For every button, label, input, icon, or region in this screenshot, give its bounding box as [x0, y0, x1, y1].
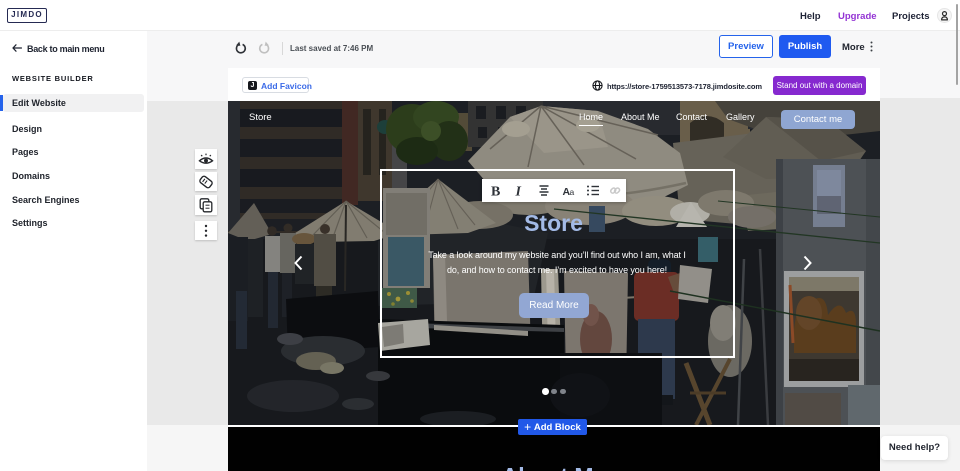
svg-text:I: I — [514, 184, 521, 199]
svg-text:B: B — [491, 184, 500, 199]
svg-text:a: a — [569, 187, 574, 197]
